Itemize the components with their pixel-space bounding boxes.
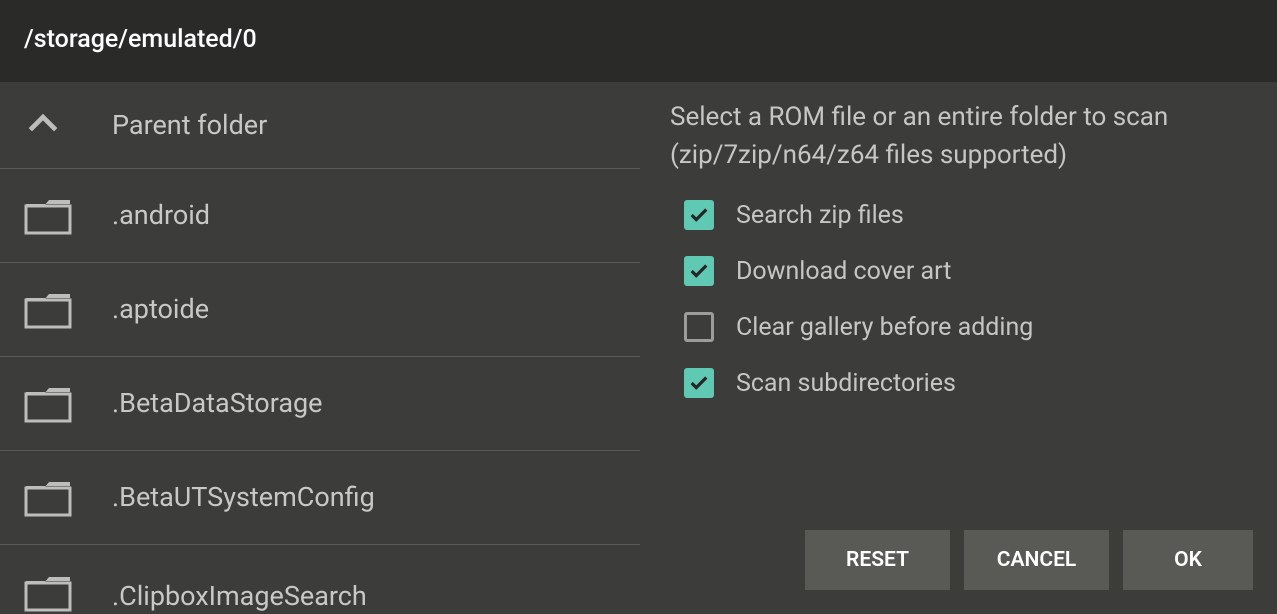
folder-label: .BetaDataStorage — [112, 387, 323, 419]
folder-row[interactable]: .BetaUTSystemConfig — [0, 451, 640, 545]
option-label: Clear gallery before adding — [736, 313, 1033, 342]
folder-row[interactable]: .ClipboxImageSearch — [0, 545, 640, 614]
option-download-cover[interactable]: Download cover art — [684, 256, 1253, 286]
folder-label: .ClipboxImageSearch — [112, 580, 367, 612]
checkbox-icon — [684, 200, 714, 230]
checkbox-icon — [684, 368, 714, 398]
folder-icon — [24, 289, 84, 329]
header-bar: /storage/emulated/0 — [0, 0, 1277, 82]
cancel-button[interactable]: CANCEL — [964, 530, 1109, 590]
button-row: RESET CANCEL OK — [805, 530, 1253, 590]
content-area: Parent folder .android .aptoide .BetaDat… — [0, 82, 1277, 614]
option-label: Search zip files — [736, 201, 904, 230]
folder-icon — [24, 383, 84, 423]
option-scan-subdirs[interactable]: Scan subdirectories — [684, 368, 1253, 398]
option-label: Scan subdirectories — [736, 369, 956, 398]
current-path: /storage/emulated/0 — [24, 25, 1253, 54]
folder-label: .android — [112, 199, 210, 231]
options-list: Search zip files Download cover art Clea… — [670, 200, 1253, 398]
ok-button[interactable]: OK — [1123, 530, 1253, 590]
option-label: Download cover art — [736, 257, 951, 286]
parent-folder-row[interactable]: Parent folder — [0, 82, 640, 169]
folder-icon — [24, 572, 84, 612]
option-search-zip[interactable]: Search zip files — [684, 200, 1253, 230]
option-clear-gallery[interactable]: Clear gallery before adding — [684, 312, 1253, 342]
folder-row[interactable]: .android — [0, 169, 640, 263]
folder-icon — [24, 477, 84, 517]
reset-button[interactable]: RESET — [805, 530, 950, 590]
folder-label: .BetaUTSystemConfig — [112, 481, 375, 513]
folder-label: .aptoide — [112, 293, 209, 325]
checkbox-icon — [684, 312, 714, 342]
folder-row[interactable]: .aptoide — [0, 263, 640, 357]
parent-folder-label: Parent folder — [112, 109, 267, 141]
folder-icon — [24, 195, 84, 235]
folder-row[interactable]: .BetaDataStorage — [0, 357, 640, 451]
chevron-up-icon — [24, 106, 84, 144]
file-list-panel: Parent folder .android .aptoide .BetaDat… — [0, 82, 640, 614]
instruction-text: Select a ROM file or an entire folder to… — [670, 98, 1253, 174]
options-panel: Select a ROM file or an entire folder to… — [640, 82, 1277, 614]
checkbox-icon — [684, 256, 714, 286]
